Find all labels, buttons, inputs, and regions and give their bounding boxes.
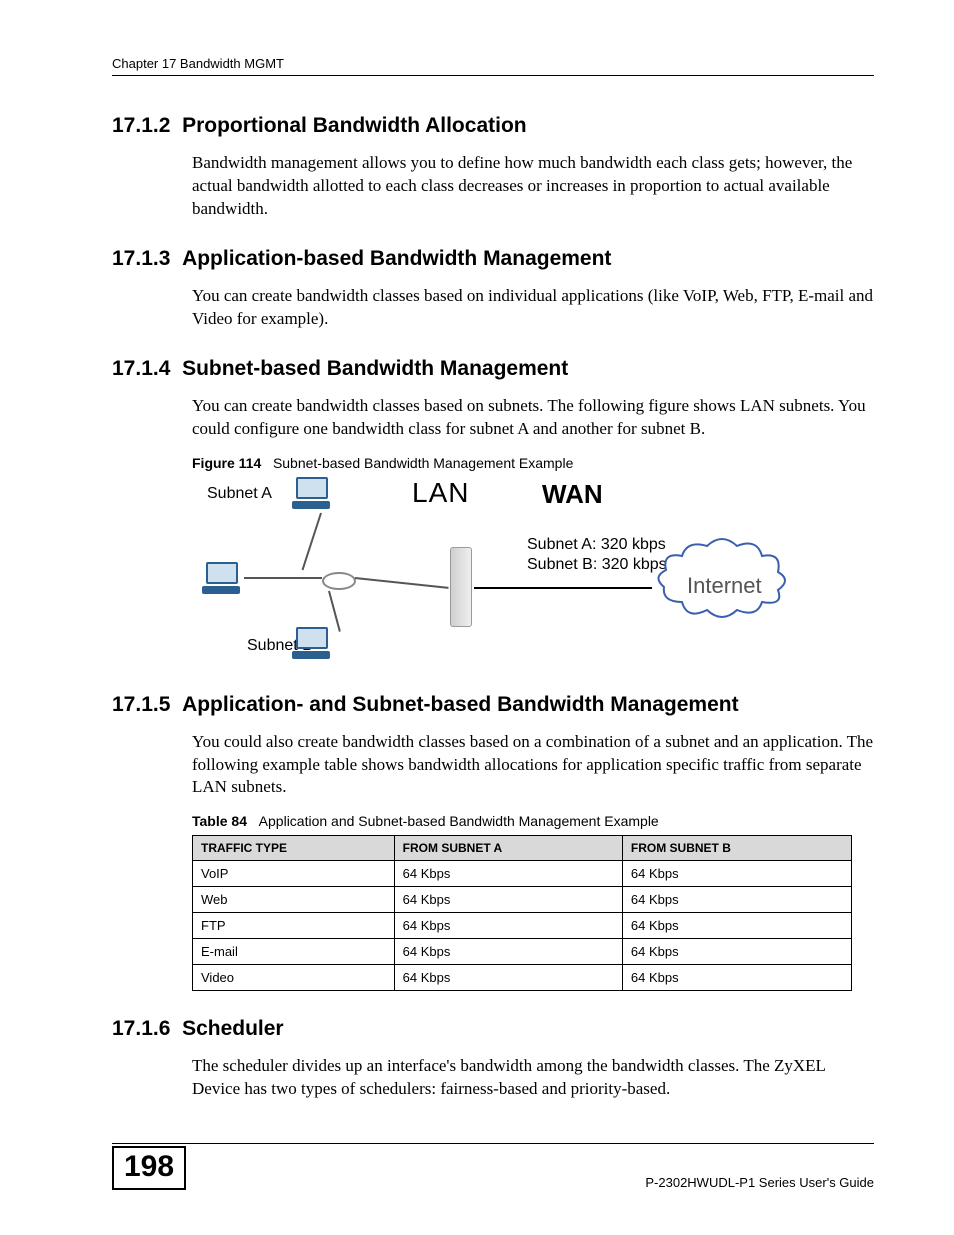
router-icon — [450, 547, 472, 627]
rate-labels: Subnet A: 320 kbps Subnet B: 320 kbps — [527, 535, 667, 577]
cell-a: 64 Kbps — [394, 913, 622, 939]
pc-icon — [202, 562, 242, 596]
lan-line — [328, 590, 341, 631]
col-from-subnet-a: FROM SUBNET A — [394, 836, 622, 861]
cell-b: 64 Kbps — [622, 913, 851, 939]
section-number: 17.1.4 — [112, 357, 170, 380]
lan-line — [302, 512, 322, 570]
cell-traffic: Video — [193, 965, 395, 991]
table-row: VoIP 64 Kbps 64 Kbps — [193, 861, 852, 887]
subnet-a-rate: Subnet A: 320 kbps — [527, 535, 667, 556]
hub-router-line — [355, 577, 449, 589]
section-17-1-4-body: You can create bandwidth classes based o… — [192, 395, 874, 441]
table-row: Web 64 Kbps 64 Kbps — [193, 887, 852, 913]
cell-b: 64 Kbps — [622, 965, 851, 991]
section-number: 17.1.6 — [112, 1017, 170, 1040]
guide-title: P-2302HWUDL-P1 Series User's Guide — [645, 1175, 874, 1190]
table-title: Application and Subnet-based Bandwidth M… — [259, 813, 659, 829]
section-title: Proportional Bandwidth Allocation — [182, 114, 527, 137]
figure-caption: Figure 114 Subnet-based Bandwidth Manage… — [192, 455, 874, 471]
section-number: 17.1.3 — [112, 247, 170, 270]
subnet-a-label: Subnet A — [207, 485, 272, 503]
wan-label: WAN — [542, 479, 603, 510]
cell-b: 64 Kbps — [622, 939, 851, 965]
cell-b: 64 Kbps — [622, 861, 851, 887]
table-row: Video 64 Kbps 64 Kbps — [193, 965, 852, 991]
figure-114: LAN WAN Subnet A Subnet B Subnet A: 320 … — [192, 477, 752, 667]
table-row: E-mail 64 Kbps 64 Kbps — [193, 939, 852, 965]
section-17-1-6-heading: 17.1.6 Scheduler — [112, 1017, 874, 1041]
cell-traffic: VoIP — [193, 861, 395, 887]
section-title: Application- and Subnet-based Bandwidth … — [182, 693, 739, 716]
section-17-1-2-body: Bandwidth management allows you to defin… — [192, 152, 874, 221]
section-title: Subnet-based Bandwidth Management — [182, 357, 568, 380]
section-17-1-3-heading: 17.1.3 Application-based Bandwidth Manag… — [112, 247, 874, 271]
col-from-subnet-b: FROM SUBNET B — [622, 836, 851, 861]
hub-icon — [322, 572, 356, 590]
cell-b: 64 Kbps — [622, 887, 851, 913]
section-17-1-5-body: You could also create bandwidth classes … — [192, 731, 874, 800]
cell-a: 64 Kbps — [394, 887, 622, 913]
col-traffic-type: TRAFFIC TYPE — [193, 836, 395, 861]
page-number: 198 — [112, 1146, 186, 1190]
wan-link-line — [474, 587, 652, 589]
pc-icon — [292, 477, 332, 511]
table-84: TRAFFIC TYPE FROM SUBNET A FROM SUBNET B… — [192, 835, 852, 991]
section-17-1-5-heading: 17.1.5 Application- and Subnet-based Ban… — [112, 693, 874, 717]
section-17-1-6-body: The scheduler divides up an interface's … — [192, 1055, 874, 1101]
pc-icon — [292, 627, 332, 661]
page-footer: 198 P-2302HWUDL-P1 Series User's Guide — [112, 1143, 874, 1190]
table-row: FTP 64 Kbps 64 Kbps — [193, 913, 852, 939]
cell-a: 64 Kbps — [394, 965, 622, 991]
lan-line — [244, 577, 322, 579]
table-header-row: TRAFFIC TYPE FROM SUBNET A FROM SUBNET B — [193, 836, 852, 861]
table-label: Table 84 — [192, 813, 247, 829]
table-caption: Table 84 Application and Subnet-based Ba… — [192, 813, 874, 829]
cell-a: 64 Kbps — [394, 861, 622, 887]
cell-traffic: Web — [193, 887, 395, 913]
cell-traffic: E-mail — [193, 939, 395, 965]
subnet-b-rate: Subnet B: 320 kbps — [527, 555, 667, 576]
figure-label: Figure 114 — [192, 455, 261, 471]
cloud-icon — [652, 532, 792, 637]
section-number: 17.1.5 — [112, 693, 170, 716]
section-17-1-3-body: You can create bandwidth classes based o… — [192, 285, 874, 331]
chapter-label: Chapter 17 Bandwidth MGMT — [112, 56, 284, 71]
lan-label: LAN — [412, 477, 469, 509]
cell-a: 64 Kbps — [394, 939, 622, 965]
section-17-1-2-heading: 17.1.2 Proportional Bandwidth Allocation — [112, 114, 874, 138]
section-17-1-4-heading: 17.1.4 Subnet-based Bandwidth Management — [112, 357, 874, 381]
cell-traffic: FTP — [193, 913, 395, 939]
section-title: Scheduler — [182, 1017, 284, 1040]
figure-title: Subnet-based Bandwidth Management Exampl… — [273, 455, 573, 471]
section-title: Application-based Bandwidth Management — [182, 247, 611, 270]
page-header: Chapter 17 Bandwidth MGMT — [112, 56, 874, 76]
section-number: 17.1.2 — [112, 114, 170, 137]
